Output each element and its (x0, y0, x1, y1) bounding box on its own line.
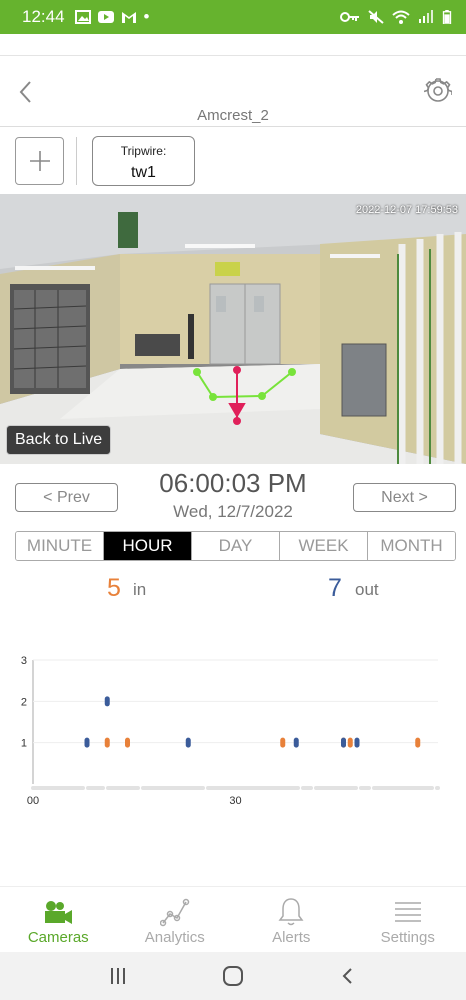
recents-icon (110, 968, 125, 984)
bottom-nav: Cameras Analytics Alerts Settings (0, 886, 466, 952)
nav-cameras[interactable]: Cameras (0, 887, 117, 952)
back-button[interactable] (333, 961, 363, 991)
out-label: out (355, 580, 379, 599)
status-bar: 12:44 • (0, 0, 466, 34)
divider (76, 137, 77, 185)
camera-video-feed[interactable]: 2022-12-07 17:59:53 (0, 194, 466, 464)
mute-icon (368, 10, 384, 24)
video-camera-icon (45, 901, 73, 924)
back-icon (342, 968, 353, 984)
y-tick-label: 1 (21, 738, 27, 750)
nav-settings[interactable]: Settings (350, 887, 466, 952)
nav-alerts-label: Alerts (272, 929, 311, 946)
notification-icons: • (74, 7, 150, 27)
prev-button[interactable]: < Prev (15, 483, 118, 512)
battery-icon (442, 10, 452, 24)
home-icon (222, 966, 243, 986)
nav-analytics[interactable]: Analytics (117, 887, 234, 952)
status-time: 12:44 (22, 7, 65, 26)
tab-minute[interactable]: MINUTE (16, 532, 104, 560)
tab-week[interactable]: WEEK (280, 532, 368, 560)
tripwire-row: Tripwire: tw1 (0, 128, 466, 194)
data-point (84, 737, 90, 748)
data-point (104, 737, 110, 748)
camera-frame-image (0, 194, 466, 464)
key-icon (340, 12, 359, 22)
youtube-icon (97, 11, 114, 23)
nav-settings-label: Settings (380, 929, 435, 946)
period-tabs: MINUTE HOUR DAY WEEK MONTH (15, 531, 456, 561)
gallery-icon (74, 10, 91, 24)
tripwire-value: tw1 (131, 164, 156, 181)
in-count: 5 (107, 574, 121, 602)
data-point (185, 737, 191, 748)
data-point (125, 737, 130, 748)
out-count: 7 (328, 574, 342, 602)
add-tripwire-button[interactable] (15, 137, 64, 185)
system-nav-bar (0, 952, 466, 1000)
data-point (280, 737, 286, 748)
tripwire-label: Tripwire: (120, 144, 167, 158)
tab-month[interactable]: MONTH (368, 532, 455, 560)
tab-day[interactable]: DAY (192, 532, 280, 560)
data-point (347, 737, 353, 748)
nav-cameras-label: Cameras (27, 929, 89, 946)
signal-icon (419, 10, 433, 23)
camera-name: Amcrest_2 (197, 107, 269, 124)
menu-lines-icon (394, 902, 421, 922)
tab-hour[interactable]: HOUR (104, 532, 192, 560)
wifi-icon (392, 10, 410, 24)
tripwire-selector-button[interactable]: Tripwire: tw1 (92, 136, 195, 186)
action-bar-strip (0, 34, 466, 56)
status-bullet: • (143, 7, 150, 26)
y-tick-label: 2 (21, 696, 27, 708)
traffic-chart: 1 2 3 00 30 (21, 655, 440, 807)
next-button[interactable]: Next > (353, 483, 456, 512)
home-button[interactable] (218, 961, 248, 991)
system-status-icons (340, 10, 452, 24)
data-point (293, 737, 299, 748)
x-tick-label: 30 (229, 795, 241, 807)
nav-alerts[interactable]: Alerts (233, 887, 350, 952)
back-to-live-button[interactable]: Back to Live (6, 425, 112, 455)
data-point (354, 737, 360, 748)
data-point (104, 696, 110, 707)
camera-header: Amcrest_2 (0, 57, 466, 127)
bell-icon (278, 898, 304, 926)
gear-icon[interactable] (424, 77, 452, 105)
chevron-left-icon[interactable] (14, 77, 38, 107)
y-tick-label: 3 (21, 655, 27, 667)
gmail-icon (121, 12, 136, 23)
plus-icon (29, 151, 50, 171)
nav-analytics-label: Analytics (144, 929, 205, 946)
data-point (341, 737, 346, 748)
in-label: in (133, 580, 147, 599)
video-timestamp: 2022-12-07 17:59:53 (355, 204, 458, 216)
x-tick-label: 00 (27, 795, 39, 807)
analytics-chart-icon (159, 898, 189, 927)
data-point (415, 737, 421, 748)
recents-button[interactable] (103, 961, 133, 991)
